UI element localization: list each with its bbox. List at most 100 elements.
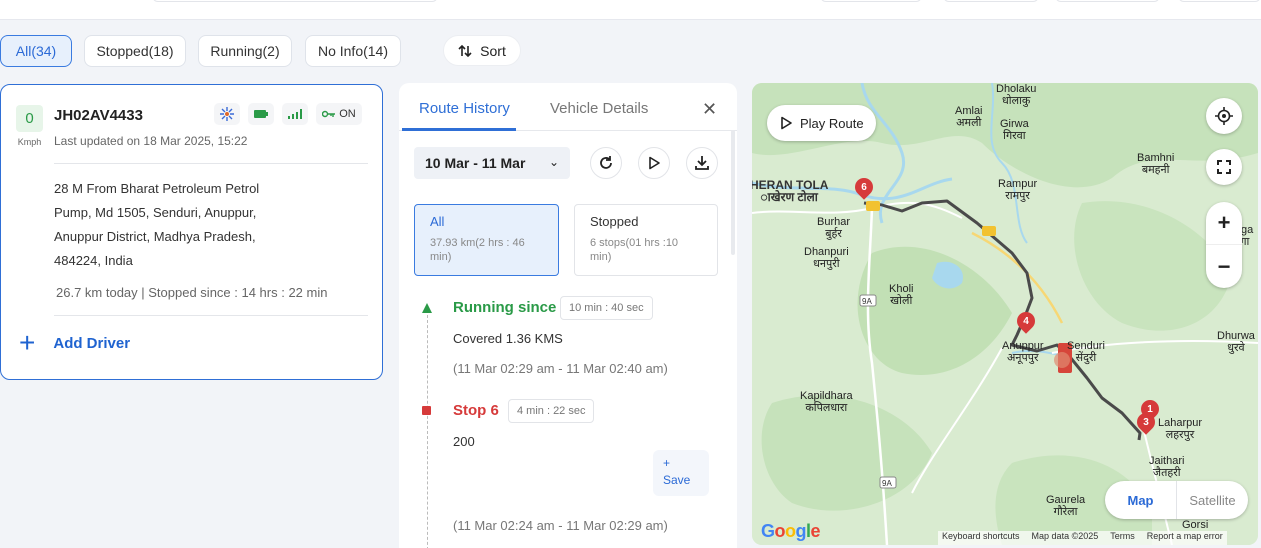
terms-link[interactable]: Terms [1110,531,1135,545]
place-label: Anuppur अनूपपुर [1002,340,1044,364]
tab-route-history[interactable]: Route History [419,100,510,117]
route-stop-pin[interactable]: 3 [1133,409,1159,435]
panel-tabs: Route History Vehicle Details ✕ [399,83,737,131]
sort-icon [458,44,472,57]
place-label: Girwa गिरवा [1000,118,1029,142]
place-label: Kholi खोली [889,283,914,307]
segment-stopped-summary: 6 stops(01 hrs :10 min) [590,237,679,263]
play-icon [649,156,660,170]
keyboard-shortcuts-link[interactable]: Keyboard shortcuts [942,531,1020,545]
place-label: Laharpur लहरपुर [1158,417,1203,441]
plus-icon: + [663,456,671,470]
sort-label: Sort [480,42,506,59]
place-label: HERAN TOLAाखेरण टोला [752,178,829,204]
report-error-link[interactable]: Report a map error [1147,531,1223,545]
address-line: 28 M From Bharat Petroleum Petrol [54,181,260,196]
place-label: Amlai अमली [955,105,983,129]
zoom-out-button[interactable]: − [1206,245,1242,288]
event-duration-badge: 4 min : 22 sec [508,399,595,423]
map-view[interactable]: 9A 9A Dholaku धोलाकु Amlai अमली Girwa गिरवा… [752,83,1258,545]
download-button[interactable] [686,147,718,179]
scrollbar[interactable] [731,130,735,255]
date-range-value: 10 Mar - 11 Mar [425,155,526,171]
sort-button[interactable]: Sort [443,35,521,66]
gps-icon [214,103,240,125]
toolbar-button-edge[interactable] [1055,0,1160,2]
km-today-summary: 26.7 km today | Stopped since : 14 hrs :… [56,285,328,300]
toolbar-button-edge[interactable] [943,0,1039,2]
zoom-controls: + − [1206,202,1242,288]
vehicle-card[interactable]: 0 Kmph JH02AV4433 Last updated on 18 Mar… [0,84,383,380]
toolbar-button-edge[interactable] [820,0,922,2]
event-title: Running since [453,299,557,316]
refresh-button[interactable] [590,147,622,179]
vehicle-plate: JH02AV4433 [54,107,143,124]
speed-unit: Kmph [17,137,42,147]
toolbar-button-edge[interactable] [1178,0,1261,2]
play-route-label: Play Route [800,115,864,131]
event-detail: Covered 1.36 KMS [453,331,563,346]
segment-stopped-title: Stopped [590,214,639,229]
fullscreen-icon [1217,160,1231,174]
play-icon [781,116,792,130]
crosshair-icon [1215,107,1233,125]
battery-icon [248,103,274,125]
place-label: Gorsi [1182,519,1209,531]
segment-stopped[interactable]: Stopped 6 stops(01 hrs :10 min) [574,204,718,276]
zoom-in-button[interactable]: + [1206,202,1242,245]
route-stop-pin[interactable]: 6 [851,174,877,200]
ignition-status: ON [316,103,362,125]
address-line: Anuppur District, Madhya Pradesh, [54,229,256,244]
chevron-down-icon: ⌄ [548,155,559,169]
place-label: Dhurwa धुरवे [1217,330,1255,354]
vehicle-address: 28 M From Bharat Petroleum Petrol Pump, … [54,177,284,273]
place-label: Dhanpuri धनपुरी [804,246,849,270]
play-button[interactable] [638,147,670,179]
add-driver-button[interactable]: + Add Driver [19,327,131,358]
map-type-toggle: Map Satellite [1105,481,1248,519]
search-field-edge[interactable] [152,0,438,2]
play-route-button[interactable]: Play Route [767,105,876,141]
save-label: Save [663,473,691,487]
save-button[interactable]: + Save [653,450,709,496]
google-logo: Google [761,521,821,541]
svg-text:9A: 9A [862,297,872,306]
filter-all-chip[interactable]: All(34) [0,35,72,67]
download-icon [695,156,709,170]
fullscreen-button[interactable] [1206,149,1242,185]
place-label: Burhar बुर्हर [817,216,851,240]
event-title: Stop 6 [453,402,499,419]
add-driver-label: Add Driver [53,334,131,352]
place-label: Dholaku धोलाकु [996,83,1037,107]
filter-stopped-chip[interactable]: Stopped(18) [84,35,186,67]
active-tab-indicator [402,128,516,131]
segment-all-summary: 37.93 km(2 hrs : 46 min) [430,237,525,263]
divider [54,163,368,164]
segment-all[interactable]: All 37.93 km(2 hrs : 46 min) [414,204,559,276]
place-label: Senduri सेंदुरी [1067,340,1105,364]
route-stop-pin[interactable]: 4 [1013,308,1039,334]
last-updated: Last updated on 18 Mar 2025, 15:22 [54,134,248,148]
close-icon[interactable]: ✕ [702,99,717,120]
date-range-select[interactable]: 10 Mar - 11 Mar ⌄ [414,147,570,179]
svg-text:9A: 9A [882,479,892,488]
tab-vehicle-details[interactable]: Vehicle Details [550,100,648,117]
ignition-label: ON [339,108,356,120]
plus-icon: + [19,327,36,358]
event-time-range: (11 Mar 02:29 am - 11 Mar 02:40 am) [453,361,668,376]
my-location-button[interactable] [1206,98,1242,134]
filter-running-chip[interactable]: Running(2) [198,35,292,67]
event-time-range: (11 Mar 02:24 am - 11 Mar 02:29 am) [453,518,668,533]
refresh-icon [600,156,612,169]
map-data-text: Map data ©2025 [1031,531,1099,541]
map-type-map[interactable]: Map [1105,481,1177,519]
place-label: Jaithari जैतहरी [1149,455,1185,479]
signal-icon [282,103,308,125]
divider [54,315,368,316]
top-toolbar [0,0,1261,20]
place-label: Kapildhara कपिलधारा [800,390,853,414]
map-type-satellite[interactable]: Satellite [1177,481,1248,519]
event-duration-badge: 10 min : 40 sec [560,296,653,320]
place-label: Rampur रामपुर [998,178,1038,202]
filter-no-info-chip[interactable]: No Info(14) [305,35,401,67]
